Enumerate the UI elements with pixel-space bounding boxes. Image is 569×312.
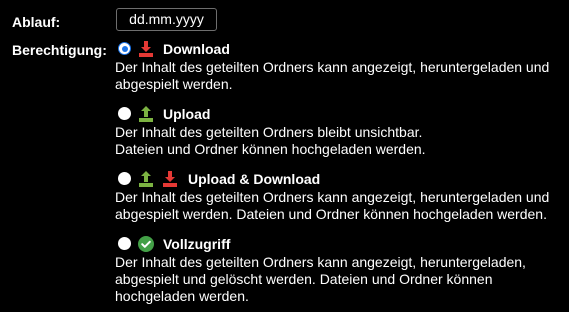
radio-upload[interactable] [118,107,131,120]
download-icon [163,171,177,187]
desc-line: Der Inhalt des geteilten Ordners kann an… [115,59,550,75]
option-title-upload[interactable]: Upload [163,106,210,122]
option-title-download[interactable]: Download [163,41,230,57]
download-icon [139,41,153,57]
option-title-upload-download[interactable]: Upload & Download [188,171,320,187]
desc-line: Dateien und Ordner können hochgeladen we… [115,141,426,157]
permission-option-upload-download: Upload & Download Der Inhalt des geteilt… [115,171,566,223]
permission-label: Berechtigung: [12,42,107,58]
desc-line: Der Inhalt des geteilten Ordners kann an… [115,254,526,270]
desc-line: Der Inhalt des geteilten Ordners bleibt … [115,124,423,140]
desc-line: Der Inhalt des geteilten Ordners kann an… [115,189,550,205]
upload-icon [139,171,153,187]
expiry-date-input[interactable]: dd.mm.yyyy [116,8,217,31]
upload-icon [139,106,153,122]
desc-line: hochgeladen werden. [115,288,249,304]
radio-upload-download[interactable] [118,172,131,185]
desc-line: abgespielt werden. [115,76,233,92]
permission-option-full-access: Vollzugriff Der Inhalt des geteilten Ord… [115,236,566,305]
permission-option-upload: Upload Der Inhalt des geteilten Ordners … [115,106,566,158]
radio-download[interactable] [118,42,131,55]
desc-line: abgespielt und gelöscht werden. Dateien … [115,271,493,287]
radio-full-access[interactable] [118,237,131,250]
full-access-check-icon [138,236,154,252]
expiry-label: Ablauf: [12,14,61,30]
permission-option-download: Download Der Inhalt des geteilten Ordner… [115,41,566,93]
desc-line: abgespielt werden. Dateien und Ordner kö… [115,206,547,222]
option-title-full-access[interactable]: Vollzugriff [163,236,230,252]
